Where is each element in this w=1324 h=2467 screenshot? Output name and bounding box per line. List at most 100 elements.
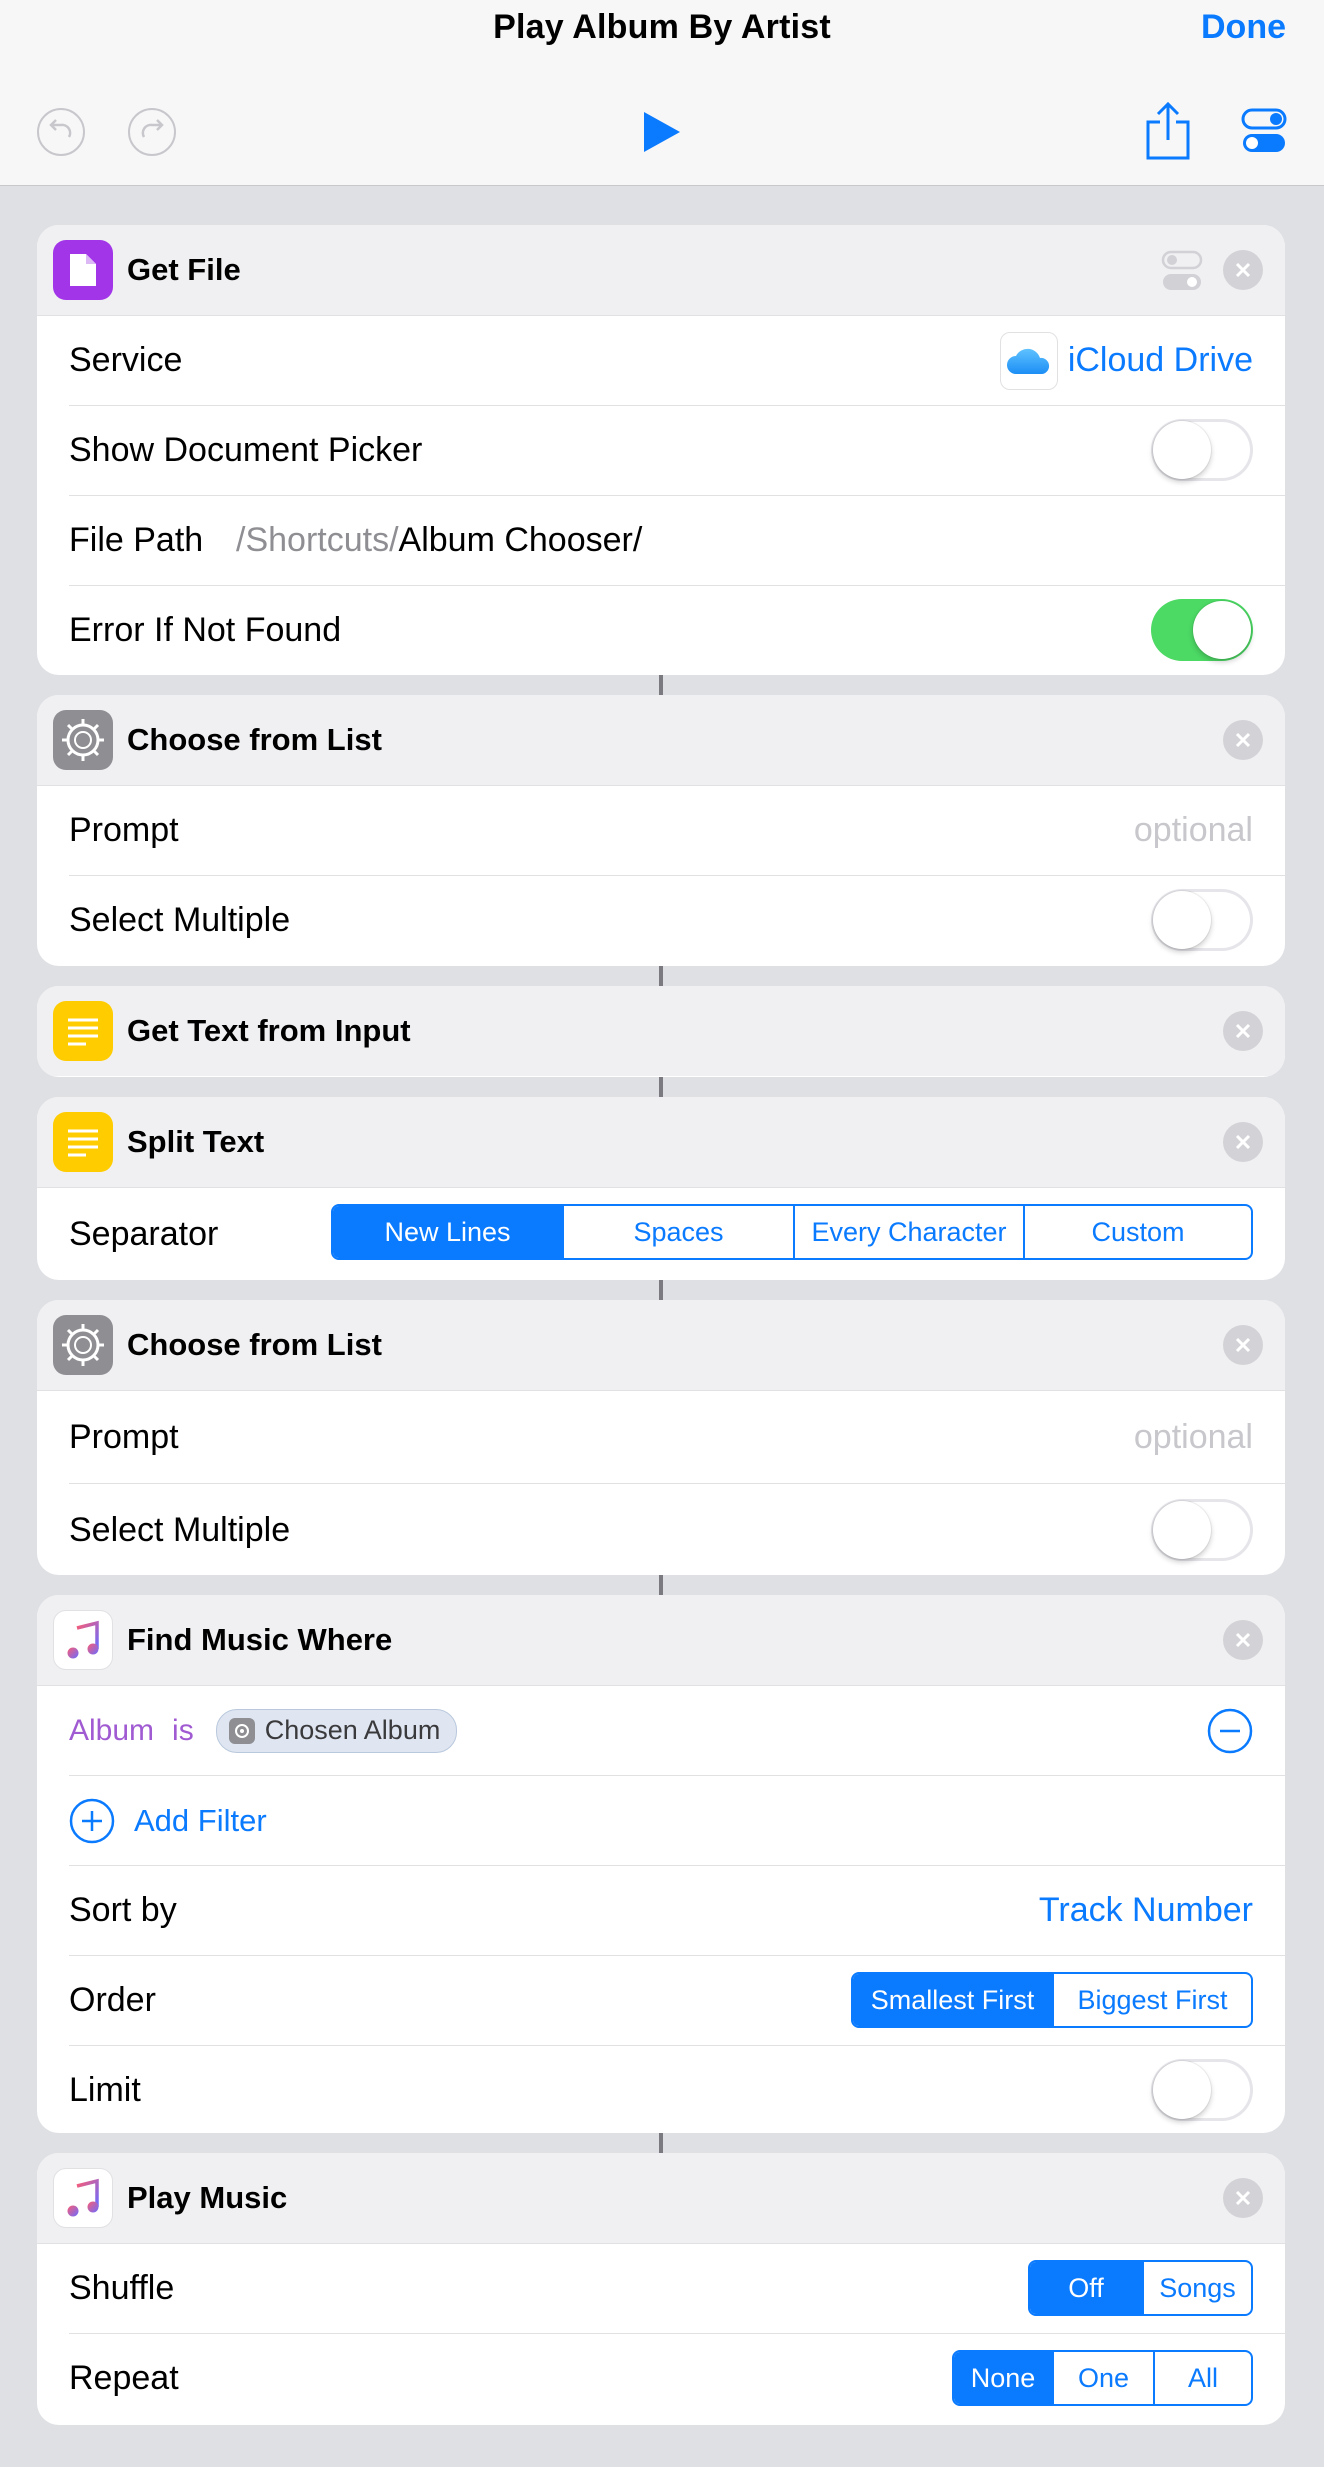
separator-option-custom[interactable]: Custom [1023,1206,1251,1258]
select-multiple-toggle[interactable] [1151,889,1253,951]
add-filter-button[interactable]: Add Filter [134,1776,267,1865]
order-label: Order [69,1981,156,2019]
service-row[interactable]: Service iCloud Drive [69,316,1285,406]
music-note-icon [53,2168,113,2228]
select-multiple-row: Select Multiple [69,1484,1285,1575]
close-icon[interactable] [1223,2178,1263,2218]
action-header: Choose from List [37,695,1285,786]
limit-row: Limit [69,2046,1285,2133]
action-choose-from-list: Choose from List Prompt optional Select … [37,695,1285,966]
chosen-album-variable[interactable]: Chosen Album [215,1708,458,1753]
separator-option-new-lines[interactable]: New Lines [333,1206,562,1258]
add-filter-icon[interactable] [69,1798,115,1849]
action-play-music: Play Music Shuffle Off Songs Repeat None… [37,2153,1285,2425]
repeat-label: Repeat [69,2359,179,2397]
play-icon[interactable] [640,108,684,161]
order-option-smallest-first[interactable]: Smallest First [853,1974,1052,2026]
icloud-icon [999,331,1058,390]
file-path-label: File Path [69,521,204,559]
gear-icon [228,1717,255,1744]
close-icon[interactable] [1223,1325,1263,1365]
show-picker-toggle[interactable] [1151,419,1253,481]
select-multiple-label: Select Multiple [69,901,291,939]
repeat-option-none[interactable]: None [954,2352,1052,2404]
done-button[interactable]: Done [1201,8,1286,47]
document-icon [53,240,113,300]
filter-field[interactable]: Album [69,1714,154,1748]
repeat-segmented-control[interactable]: None One All [952,2350,1253,2406]
action-header: Split Text [37,1097,1285,1188]
close-icon[interactable] [1223,1011,1263,1051]
limit-toggle[interactable] [1151,2059,1253,2121]
action-title: Split Text [127,1124,265,1159]
select-multiple-row: Select Multiple [69,876,1285,965]
order-segmented-control[interactable]: Smallest First Biggest First [851,1972,1253,2028]
action-find-music-where: Find Music Where Album is Chosen Album A… [37,1595,1285,2133]
prompt-input[interactable]: optional [1134,786,1253,875]
redo-icon[interactable] [127,107,177,162]
action-title: Get File [127,252,241,287]
connector-line [659,2133,663,2153]
file-path-row[interactable]: File Path /Shortcuts/Album Chooser/ [69,496,1285,586]
parameter-toggle-icon[interactable] [1161,249,1203,298]
share-icon[interactable] [1144,100,1192,167]
settings-toggle-icon[interactable] [1241,106,1287,161]
prompt-label: Prompt [69,1418,179,1456]
filter-operator[interactable]: is [172,1714,194,1748]
file-path-input[interactable]: Album Chooser/ [399,521,643,559]
separator-option-every-character[interactable]: Every Character [793,1206,1023,1258]
prompt-input[interactable]: optional [1134,1391,1253,1483]
separator-segmented-control[interactable]: New Lines Spaces Every Character Custom [331,1204,1253,1260]
error-toggle[interactable] [1151,599,1253,661]
separator-option-spaces[interactable]: Spaces [562,1206,793,1258]
action-split-text: Split Text Separator New Lines Spaces Ev… [37,1097,1285,1280]
shuffle-row: Shuffle Off Songs [69,2244,1285,2334]
gear-icon [53,710,113,770]
prompt-label: Prompt [69,811,179,849]
page-title: Play Album By Artist [493,8,831,46]
close-icon[interactable] [1223,1122,1263,1162]
text-icon [53,1001,113,1061]
filter-row: Album is Chosen Album [69,1686,1285,1776]
service-value[interactable]: iCloud Drive [1068,341,1253,380]
action-get-file: Get File Service iCloud Drive Show Docum… [37,225,1285,675]
prompt-row[interactable]: Prompt optional [69,786,1285,876]
connector-line [659,966,663,986]
undo-icon[interactable] [36,107,86,162]
action-header: Get File [37,225,1285,316]
chosen-album-label: Chosen Album [264,1715,441,1745]
close-icon[interactable] [1223,250,1263,290]
repeat-option-all[interactable]: All [1153,2352,1251,2404]
limit-label: Limit [69,2071,141,2109]
sort-value[interactable]: Track Number [1039,1866,1253,1955]
connector-line [659,675,663,695]
close-icon[interactable] [1223,1620,1263,1660]
music-note-icon [53,1610,113,1670]
repeat-row: Repeat None One All [69,2334,1285,2423]
remove-filter-icon[interactable] [1207,1708,1253,1759]
connector-line [659,1280,663,1300]
prompt-row[interactable]: Prompt optional [69,1391,1285,1484]
text-icon [53,1112,113,1172]
action-header: Play Music [37,2153,1285,2244]
order-row: Order Smallest First Biggest First [69,1956,1285,2046]
repeat-option-one[interactable]: One [1052,2352,1153,2404]
close-icon[interactable] [1223,720,1263,760]
error-label: Error If Not Found [69,611,342,649]
shuffle-option-off[interactable]: Off [1030,2262,1142,2314]
select-multiple-toggle[interactable] [1151,1499,1253,1561]
connector-line [659,1575,663,1595]
sort-row[interactable]: Sort by Track Number [69,1866,1285,1956]
navigation-bar: Play Album By Artist Done [0,0,1324,186]
show-picker-label: Show Document Picker [69,431,423,469]
action-choose-from-list: Choose from List Prompt optional Select … [37,1300,1285,1575]
shuffle-option-songs[interactable]: Songs [1142,2262,1251,2314]
add-filter-row[interactable]: Add Filter [69,1776,1285,1866]
action-header: Choose from List [37,1300,1285,1391]
service-label: Service [69,341,183,379]
separator-label: Separator [69,1215,219,1253]
action-header: Find Music Where [37,1595,1285,1686]
connector-line [659,1077,663,1097]
shuffle-segmented-control[interactable]: Off Songs [1028,2260,1253,2316]
order-option-biggest-first[interactable]: Biggest First [1052,1974,1251,2026]
